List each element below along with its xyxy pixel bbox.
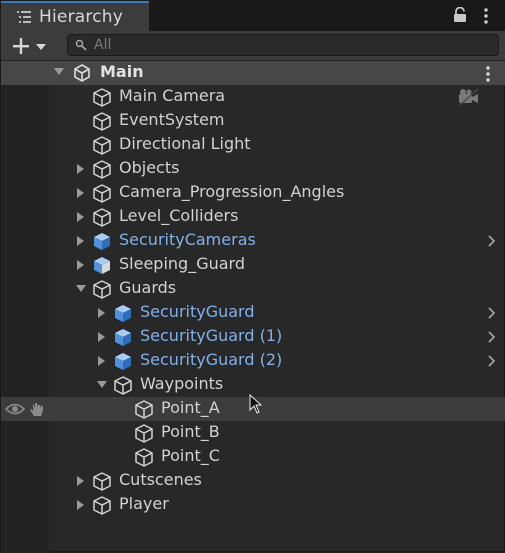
row-label: Player [119,494,169,513]
scene-title: Main [100,62,144,81]
hierarchy-row[interactable]: Sleeping_Guard [1,253,505,277]
foldout-collapsed-icon[interactable] [76,236,86,246]
list-icon [17,11,31,23]
hierarchy-row[interactable]: SecurityGuard (2) [1,349,505,373]
row-label: EventSystem [119,110,225,129]
hierarchy-window: Hierarchy All Main Main Camera EventSyst… [0,0,505,553]
gameobject-icon [135,400,153,419]
chevron-down-icon [36,44,46,50]
title-bar: Hierarchy [1,1,505,31]
foldout-expanded-icon[interactable] [76,284,86,294]
row-label: Directional Light [119,134,251,153]
hierarchy-row[interactable]: SecurityGuard [1,301,505,325]
hierarchy-row[interactable]: Camera_Progression_Angles [1,181,505,205]
foldout-collapsed-icon[interactable] [76,500,86,510]
gameobject-icon [93,112,111,131]
gameobject-icon [114,376,132,395]
foldout-collapsed-icon[interactable] [76,212,86,222]
unity-scene-icon [74,64,90,82]
kebab-menu-icon[interactable] [483,7,489,25]
row-label: Main Camera [119,86,226,105]
row-label: Point_B [161,422,220,441]
toolbar [1,31,505,61]
foldout-collapsed-icon[interactable] [76,188,86,198]
gameobject-icon [93,280,111,299]
chevron-right-icon[interactable] [488,331,496,343]
foldout-collapsed-icon[interactable] [97,308,107,318]
prefab-icon [115,329,131,346]
chevron-right-icon[interactable] [488,235,496,247]
row-label: SecurityGuard (1) [140,326,283,345]
hierarchy-row[interactable]: Cutscenes [1,469,505,493]
gameobject-icon [93,472,111,491]
hierarchy-row[interactable]: Point_C [1,445,505,469]
add-button[interactable] [11,35,51,57]
hierarchy-row[interactable]: Main Camera [1,85,505,109]
hierarchy-row[interactable]: Point_B [1,421,505,445]
gameobject-icon [93,208,111,227]
search-field[interactable] [67,34,499,56]
tab-title: Hierarchy [39,7,123,27]
scene-header[interactable]: Main [1,61,505,85]
gameobject-icon [93,496,111,515]
row-label: Cutscenes [119,470,202,489]
row-label: Point_A [161,398,220,417]
lock-icon[interactable] [453,7,467,23]
foldout-collapsed-icon[interactable] [76,476,86,486]
prefab-variant-icon [94,257,110,274]
row-label: SecurityGuard [140,302,255,321]
gameobject-icon [93,136,111,155]
row-label: Point_C [161,446,220,465]
row-label: Guards [119,278,177,297]
row-label: SecurityGuard (2) [140,350,283,369]
foldout-expanded-icon[interactable] [97,380,107,390]
foldout-collapsed-icon[interactable] [76,260,86,270]
row-label: Camera_Progression_Angles [119,182,345,201]
gameobject-icon [93,160,111,179]
kebab-menu-icon[interactable] [485,65,491,83]
hierarchy-row[interactable]: Player [1,493,505,517]
hierarchy-row[interactable]: Level_Colliders [1,205,505,229]
gameobject-icon [93,88,111,107]
prefab-icon [115,305,131,322]
row-label: Level_Colliders [119,206,239,225]
search-icon [75,39,87,51]
prefab-icon [94,233,110,250]
mouse-cursor-icon [249,394,263,414]
foldout-expanded-icon[interactable] [54,67,64,77]
camera-gizmo-icon[interactable] [457,87,481,107]
row-label: Waypoints [140,374,224,393]
foldout-collapsed-icon[interactable] [76,164,86,174]
gameobject-icon [135,424,153,443]
hierarchy-row[interactable]: SecurityCameras [1,229,505,253]
chevron-right-icon[interactable] [488,307,496,319]
prefab-icon [115,353,131,370]
plus-icon [13,38,29,54]
row-label: Sleeping_Guard [119,254,245,273]
hierarchy-row[interactable]: Directional Light [1,133,505,157]
row-label: SecurityCameras [119,230,256,249]
gameobject-icon [93,184,111,203]
search-input[interactable] [94,35,489,55]
hierarchy-row[interactable]: EventSystem [1,109,505,133]
hierarchy-row[interactable]: Guards [1,277,505,301]
foldout-collapsed-icon[interactable] [97,332,107,342]
row-label: Objects [119,158,180,177]
pickable-hand-icon[interactable] [28,400,46,418]
tab-hierarchy[interactable]: Hierarchy [1,1,149,31]
hierarchy-row[interactable]: SecurityGuard (1) [1,325,505,349]
visibility-eye-icon[interactable] [5,402,25,416]
chevron-right-icon[interactable] [488,355,496,367]
gameobject-icon [135,448,153,467]
hierarchy-row[interactable]: Objects [1,157,505,181]
foldout-collapsed-icon[interactable] [97,356,107,366]
